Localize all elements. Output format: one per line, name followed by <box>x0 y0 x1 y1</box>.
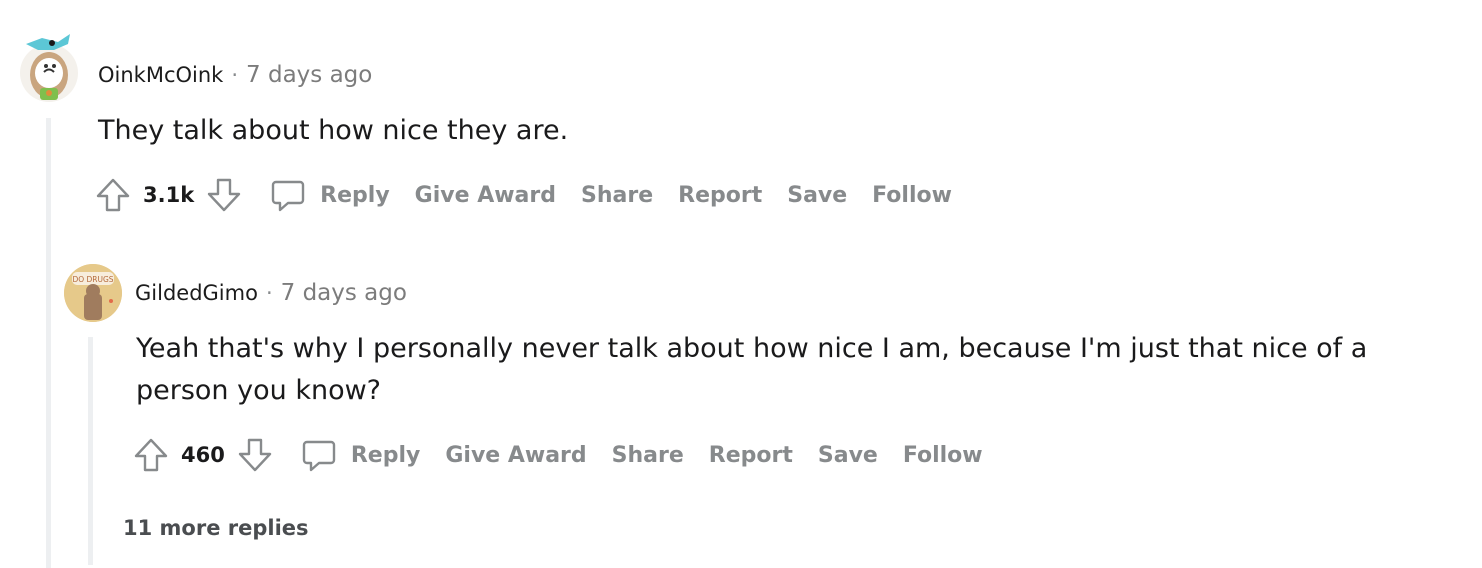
meta-separator: · <box>231 63 239 87</box>
comment-actions: 460 Reply Give Award Share Report Save F… <box>131 433 1008 477</box>
report-button[interactable]: Report <box>678 183 762 208</box>
thread-line-primary[interactable] <box>46 118 51 568</box>
meta-separator: · <box>265 281 273 305</box>
comment-body-line: Yeah that's why I personally never talk … <box>136 333 1368 364</box>
save-button[interactable]: Save <box>818 443 878 468</box>
follow-button[interactable]: Follow <box>872 183 952 208</box>
give-award-button[interactable]: Give Award <box>445 443 586 468</box>
comment-body: They talk about how nice they are. <box>98 110 568 152</box>
comment-body: Yeah that's why I personally never talk … <box>136 328 1367 412</box>
reply-label: Reply <box>350 442 421 468</box>
reply-button[interactable]: Reply <box>268 175 390 215</box>
thread-line-nested[interactable] <box>88 337 93 565</box>
comment-meta: GildedGimo · 7 days ago <box>135 280 407 306</box>
comment-meta: OinkMcOink · 7 days ago <box>98 62 372 88</box>
vote-score: 460 <box>181 443 225 467</box>
timestamp[interactable]: 7 days ago <box>281 280 407 306</box>
share-button[interactable]: Share <box>581 183 653 208</box>
username[interactable]: GildedGimo <box>135 281 258 305</box>
reply-label: Reply <box>320 182 390 208</box>
save-button[interactable]: Save <box>787 183 847 208</box>
downvote-icon[interactable] <box>204 175 244 215</box>
give-award-button[interactable]: Give Award <box>415 183 556 208</box>
more-replies-link[interactable]: 11 more replies <box>123 516 309 540</box>
share-button[interactable]: Share <box>612 443 684 468</box>
upvote-icon[interactable] <box>93 175 133 215</box>
reply-button[interactable]: Reply <box>299 435 421 475</box>
comment-body-line: person you know? <box>136 375 382 406</box>
avatar-image <box>20 34 78 102</box>
report-button[interactable]: Report <box>709 443 793 468</box>
vote-score: 3.1k <box>143 183 195 207</box>
avatar-gildedgimo[interactable]: DO DRUGS <box>64 264 122 322</box>
avatar-image: DO DRUGS <box>64 264 122 322</box>
follow-button[interactable]: Follow <box>903 443 983 468</box>
comment-bubble-icon <box>302 440 336 472</box>
comment-body-line: They talk about how nice they are. <box>98 115 569 146</box>
timestamp[interactable]: 7 days ago <box>246 62 372 88</box>
comment-actions: 3.1k Reply Give Award Share Report Save … <box>93 173 977 217</box>
avatar-oinkmcoink[interactable] <box>18 30 80 104</box>
downvote-icon[interactable] <box>235 435 275 475</box>
avatar-sign-text: DO DRUGS <box>72 275 113 284</box>
username[interactable]: OinkMcOink <box>98 63 223 87</box>
upvote-icon[interactable] <box>131 435 171 475</box>
comment-bubble-icon <box>271 180 305 212</box>
